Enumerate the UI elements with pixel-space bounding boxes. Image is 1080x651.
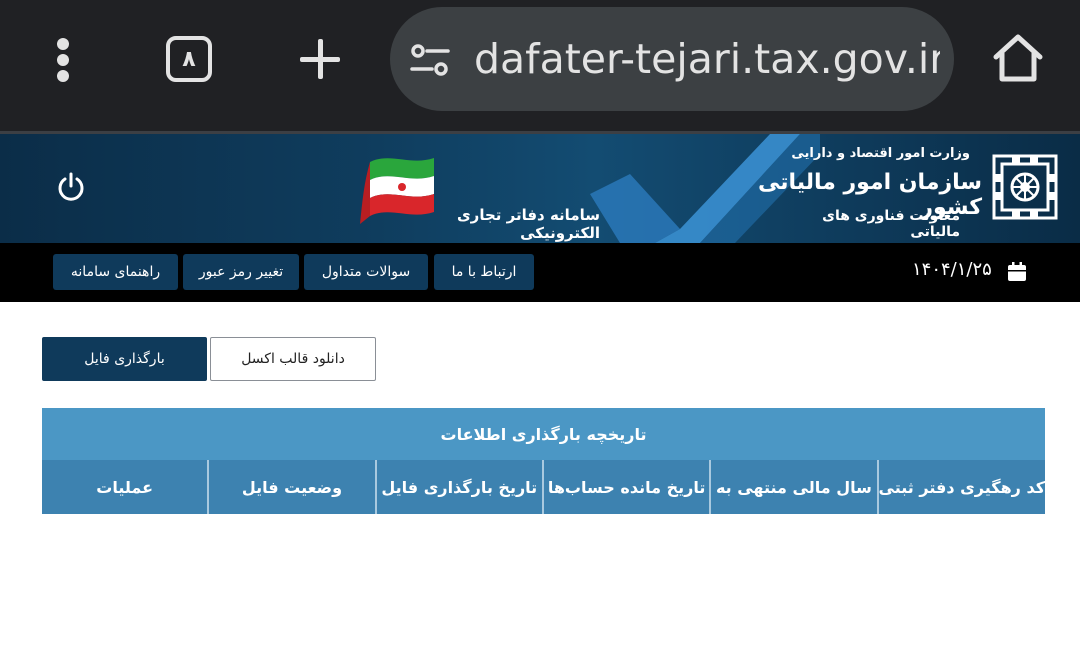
column-header-fiscal-year: سال مالی منتهی به [709, 460, 876, 514]
upload-history-title: تاریخچه بارگذاری اطلاعات [42, 408, 1045, 460]
address-bar[interactable]: dafater-tejari.tax.gov.ir/t [390, 7, 954, 111]
nav-system-guide[interactable]: راهنمای سامانه [53, 254, 178, 290]
system-name: سامانه دفاتر تجاری الکترونیکی [456, 206, 600, 242]
column-header-tracking-code: کد رهگیری دفتر ثبتی [876, 460, 1045, 514]
site-banner: سامانه دفاتر تجاری الکترونیکی وزارت امور… [0, 134, 1080, 243]
url-text[interactable]: dafater-tejari.tax.gov.ir/t [474, 35, 940, 83]
home-icon[interactable] [990, 30, 1046, 86]
more-options-icon[interactable] [52, 38, 74, 82]
calendar-icon [1008, 262, 1026, 281]
column-header-operations: عملیات [96, 477, 154, 497]
column-header-upload-date: تاریخ بارگذاری فایل [374, 460, 542, 514]
current-date: ۱۴۰۴/۱/۲۵ [912, 259, 992, 280]
column-header-file-status: وضعیت فایل [207, 460, 374, 514]
column-header-balance-date: تاریخ مانده حساب‌ها [541, 460, 709, 514]
tab-switcher-button[interactable]: ٨ [166, 36, 212, 82]
upload-history-table-header: کد رهگیری دفتر ثبتی سال مالی منتهی به تا… [42, 460, 1045, 514]
main-navbar: ارتباط با ما سوالات متداول تغییر رمز عبو… [0, 243, 1080, 302]
ministry-name: وزارت امور اقتصاد و دارایی [791, 146, 970, 161]
tax-organization-logo-icon [992, 154, 1058, 220]
logout-power-icon[interactable] [56, 172, 86, 202]
upload-file-button[interactable]: بارگذاری فایل [42, 337, 207, 381]
browser-toolbar: ٨ dafater-tejari.tax.gov.ir/t [0, 0, 1080, 132]
new-tab-icon[interactable] [298, 37, 342, 81]
nav-faq[interactable]: سوالات متداول [304, 254, 428, 290]
tab-count-label: ٨ [182, 46, 196, 72]
deputy-name: معاونت فناوری های مالیاتی [822, 208, 960, 240]
site-settings-icon[interactable] [410, 43, 450, 77]
download-excel-template-button[interactable]: دانلود قالب اکسل [210, 337, 376, 381]
nav-contact-us[interactable]: ارتباط با ما [434, 254, 534, 290]
nav-change-password[interactable]: تغییر رمز عبور [183, 254, 299, 290]
